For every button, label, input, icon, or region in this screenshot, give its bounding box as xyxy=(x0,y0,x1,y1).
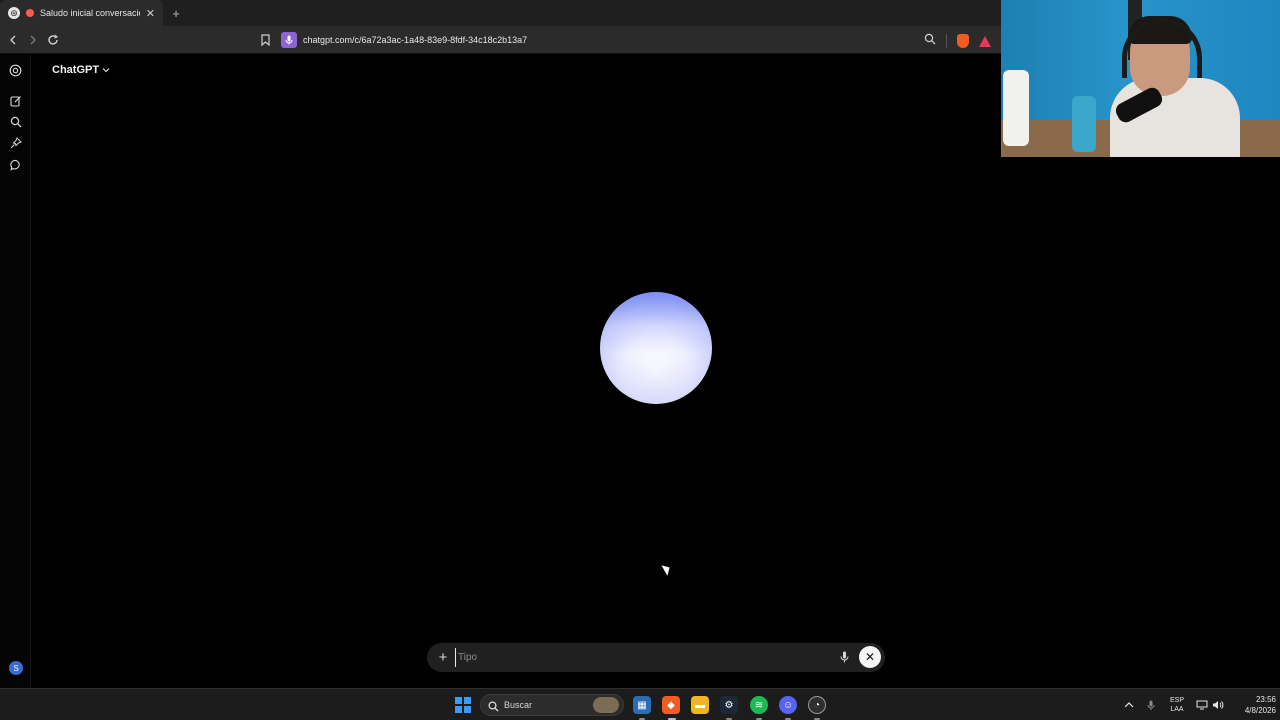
search-chats-icon[interactable] xyxy=(8,114,23,129)
voice-mode-orb xyxy=(600,292,712,404)
reload-icon[interactable] xyxy=(43,30,63,50)
layout-code: LAA xyxy=(1170,706,1184,713)
new-chat-icon[interactable] xyxy=(8,93,23,108)
microphone-icon[interactable] xyxy=(838,649,850,665)
keyboard-language[interactable]: ESP LAA xyxy=(1166,689,1188,720)
taskbar-search[interactable]: Buscar xyxy=(480,694,624,716)
webcam-thermos xyxy=(1003,70,1029,146)
clock-time: 23:56 xyxy=(1255,695,1276,704)
back-arrow-icon[interactable] xyxy=(3,30,23,50)
model-title: ChatGPT xyxy=(52,64,100,76)
microphone-in-use-icon[interactable] xyxy=(281,32,297,48)
browser-tab-strip: ⊛ Saludo inicial conversación ✕ + xyxy=(0,0,1001,26)
windows-taskbar: Buscar ▦ ◆ ▬ ⚙ ≋ ☺ ◔ ESP LAA 23:56 4/8/2… xyxy=(0,688,1280,720)
obs-icon[interactable]: ◔ xyxy=(808,696,826,714)
taskbar-search-label: Buscar xyxy=(504,700,533,710)
openai-logo-icon[interactable] xyxy=(8,63,23,78)
model-selector[interactable]: ChatGPT xyxy=(52,64,110,76)
clock-date: 4/8/2026 xyxy=(1244,706,1276,715)
chat-bubble-icon[interactable] xyxy=(8,157,23,172)
toolbar-right-icons xyxy=(924,32,991,50)
show-hidden-icons-button[interactable] xyxy=(1124,689,1134,720)
windows-start-icon[interactable] xyxy=(455,697,471,713)
steam-icon[interactable]: ⚙ xyxy=(720,696,738,714)
message-input[interactable] xyxy=(455,648,825,667)
forward-arrow-icon[interactable] xyxy=(23,30,43,50)
file-explorer-icon[interactable]: ▬ xyxy=(691,696,709,714)
spotify-icon[interactable]: ≋ xyxy=(750,696,768,714)
add-attachment-button[interactable]: + xyxy=(435,649,451,666)
brave-browser-icon[interactable]: ◆ xyxy=(662,696,680,714)
bookmark-icon[interactable] xyxy=(258,31,272,49)
zoom-search-icon[interactable] xyxy=(924,32,936,50)
discord-icon[interactable]: ☺ xyxy=(779,696,797,714)
microphone-tray-icon[interactable] xyxy=(1147,689,1155,720)
chatgpt-favicon-icon: ⊛ xyxy=(8,7,20,19)
brave-rewards-icon[interactable] xyxy=(979,35,991,47)
tab-title: Saludo inicial conversación xyxy=(40,8,140,18)
screen: ⊛ Saludo inicial conversación ✕ + chatgp… xyxy=(0,0,1280,720)
taskbar-clock[interactable]: 23:56 4/8/2026 xyxy=(1226,694,1276,716)
pin-icon[interactable] xyxy=(8,135,23,150)
chevron-down-icon xyxy=(102,64,110,76)
new-tab-button[interactable]: + xyxy=(163,0,189,26)
audio-recording-icon xyxy=(26,9,34,17)
browser-tab-active[interactable]: ⊛ Saludo inicial conversación ✕ xyxy=(0,0,163,26)
network-icon[interactable] xyxy=(1196,689,1208,720)
webcam-bottle xyxy=(1072,96,1096,152)
widgets-app-icon[interactable]: ▦ xyxy=(633,696,651,714)
toolbar-separator xyxy=(946,34,947,48)
sidebar-rail: S xyxy=(0,55,31,688)
browser-toolbar: chatgpt.com/c/6a72a3ac-1a48-83e9-8fdf-34… xyxy=(0,26,1001,54)
search-highlight-icon xyxy=(593,697,619,713)
user-avatar[interactable]: S xyxy=(9,661,23,675)
volume-icon[interactable] xyxy=(1212,689,1224,720)
search-icon xyxy=(488,699,500,712)
voice-composer: + ✕ xyxy=(427,643,885,672)
language-code: ESP xyxy=(1169,697,1184,704)
address-bar-url[interactable]: chatgpt.com/c/6a72a3ac-1a48-83e9-8fdf-34… xyxy=(303,35,527,45)
end-voice-button[interactable]: ✕ xyxy=(859,646,881,668)
close-tab-icon[interactable]: ✕ xyxy=(146,7,155,20)
brave-shields-icon[interactable] xyxy=(957,34,969,48)
mouse-pointer-icon xyxy=(661,562,673,576)
